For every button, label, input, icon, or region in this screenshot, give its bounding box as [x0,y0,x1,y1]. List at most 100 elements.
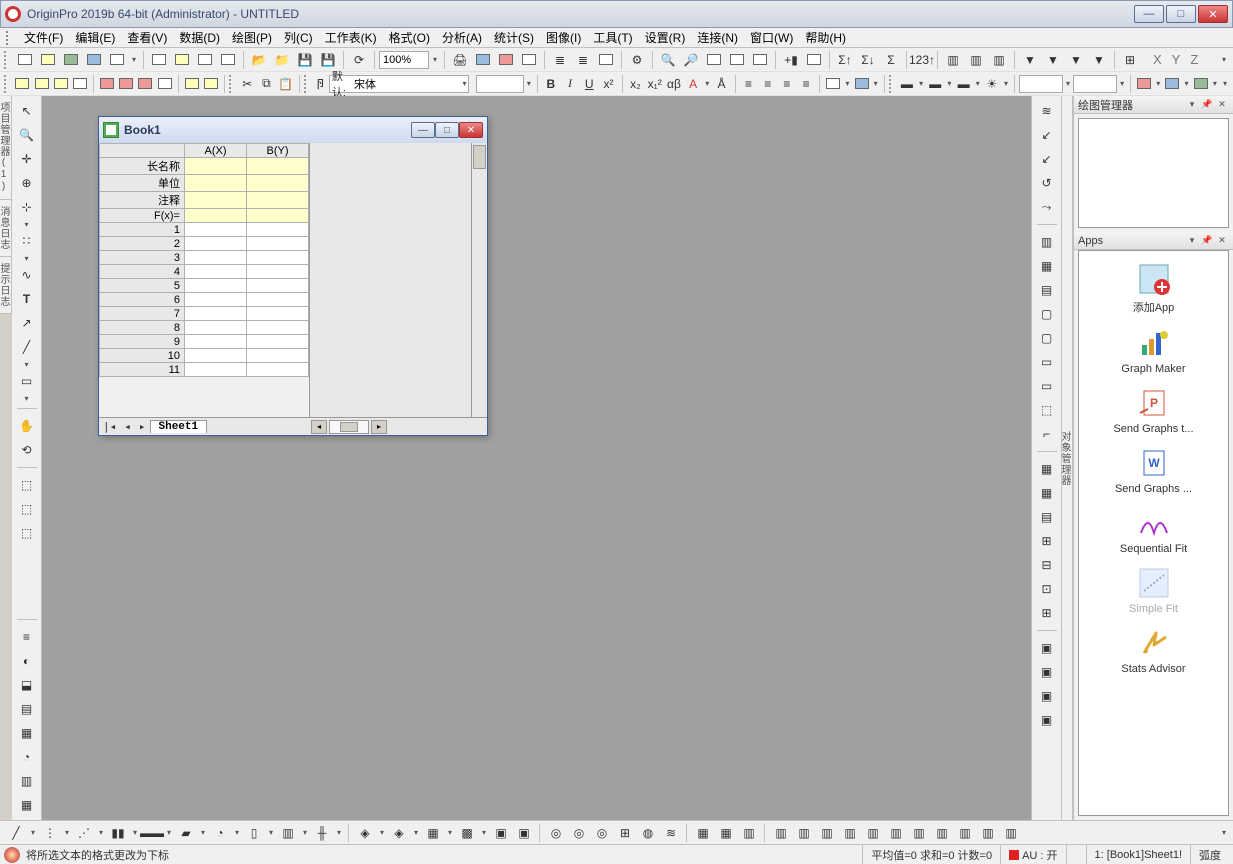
workbook-maximize-button[interactable]: □ [435,122,459,138]
underline-button[interactable]: U [580,73,598,95]
tpl5-button[interactable]: ▥ [862,823,884,843]
gadget3-button[interactable] [703,49,725,71]
r25-button[interactable]: ▣ [1035,709,1059,731]
pan-tool-button[interactable]: ✋ [15,415,39,437]
overflow-icon[interactable]: ▾ [1221,79,1229,88]
dropdown-icon[interactable]: ▾ [129,55,139,64]
italic-button[interactable]: I [561,73,579,95]
area-plot-button[interactable]: ▰ [175,823,197,843]
dd-icon[interactable]: ▾ [62,828,72,837]
wks7-button[interactable] [136,73,154,95]
menu-column[interactable]: 列(C) [278,27,319,48]
cell[interactable] [247,321,309,335]
dd-icon[interactable]: ▾ [411,828,421,837]
row-number[interactable]: 11 [100,363,185,377]
save-button[interactable]: 💾 [294,49,316,71]
style2-button[interactable] [852,73,870,95]
font-family-input[interactable] [351,76,461,92]
dd-icon[interactable]: ▾ [377,828,387,837]
font-size-input[interactable] [476,75,524,93]
open-button[interactable]: 📂 [248,49,270,71]
cell[interactable] [247,307,309,321]
wks4-button[interactable] [71,73,89,95]
cell[interactable] [247,293,309,307]
menu-image[interactable]: 图像(I) [540,27,587,48]
bars2-button[interactable]: ▥ [965,49,987,71]
app-graph-maker[interactable]: Graph Maker [1079,321,1228,381]
new-matrix-button[interactable] [106,49,128,71]
app-add[interactable]: 添加App [1079,257,1228,321]
paste-button[interactable]: 📋 [277,73,295,95]
row-number[interactable]: 6 [100,293,185,307]
wks8-button[interactable] [156,73,174,95]
open-template-button[interactable]: 📁 [271,49,293,71]
dd-icon[interactable]: ▾ [22,254,32,262]
dd-icon[interactable]: ▾ [334,828,344,837]
dd-icon[interactable]: ▾ [1154,79,1162,88]
gadget4-button[interactable] [726,49,748,71]
r2-button[interactable]: ↙ [1035,124,1059,146]
panel-close-icon[interactable]: ✕ [1215,234,1229,248]
stats3-button[interactable]: Σ [880,49,902,71]
cell[interactable] [185,251,247,265]
new-excel-button[interactable] [60,49,82,71]
supersub-button[interactable]: x₁² [646,73,664,95]
r22-button[interactable]: ▣ [1035,637,1059,659]
palette8-button[interactable]: ▦ [15,794,39,816]
contour4-button[interactable]: ⊞ [614,823,636,843]
contour3-button[interactable]: ◎ [591,823,613,843]
menu-window[interactable]: 窗口(W) [744,27,799,48]
panel-pin-icon[interactable]: 📌 [1200,234,1214,248]
contour6-button[interactable]: ≋ [660,823,682,843]
apps-header[interactable]: Apps ▾ 📌 ✕ [1074,232,1233,250]
gadget1-button[interactable]: 🔍 [657,49,679,71]
menu-format[interactable]: 格式(O) [383,27,436,48]
mp2-button[interactable]: ▦ [715,823,737,843]
dd-icon[interactable]: ▾ [22,220,32,228]
region2-button[interactable]: ⬚ [15,498,39,520]
region1-button[interactable]: ⬚ [15,474,39,496]
dd-icon[interactable]: ▾ [917,79,925,88]
arrow-tool-button[interactable]: ↗ [15,312,39,334]
cell[interactable] [185,349,247,363]
app-sequential-fit[interactable]: Sequential Fit [1079,501,1228,561]
bold-button[interactable]: B [542,73,560,95]
cell[interactable] [185,307,247,321]
menu-analysis[interactable]: 分析(A) [436,27,488,48]
app-send-graphs-word[interactable]: W Send Graphs ... [1079,441,1228,501]
superscript-button[interactable]: x² [599,73,617,95]
dd-icon[interactable]: ▾ [164,828,174,837]
box-plot-button[interactable]: ▯ [243,823,265,843]
paint1-button[interactable] [1135,73,1153,95]
contour2-button[interactable]: ◎ [568,823,590,843]
3d3-button[interactable]: ▦ [422,823,444,843]
xyz-toggle-button[interactable]: ⊞ [1119,49,1141,71]
menu-view[interactable]: 查看(V) [121,27,173,48]
bars1-button[interactable]: ▥ [942,49,964,71]
3d2-button[interactable]: ◈ [388,823,410,843]
r24-button[interactable]: ▣ [1035,685,1059,707]
cell[interactable] [247,158,309,175]
refresh-button[interactable]: ⟳ [348,49,370,71]
horizontal-scrollbar[interactable]: ◂▸ [227,420,471,434]
cell[interactable] [247,349,309,363]
grip-icon[interactable] [4,51,10,69]
column-header-b[interactable]: B(Y) [247,144,309,158]
row-number[interactable]: 8 [100,321,185,335]
bars3-button[interactable]: ▥ [988,49,1010,71]
r17-button[interactable]: ▤ [1035,506,1059,528]
draw-tool-button[interactable]: ∿ [15,264,39,286]
paint3-button[interactable] [1192,73,1210,95]
menu-file[interactable]: 文件(F) [18,27,69,48]
paint2-button[interactable] [1163,73,1181,95]
set-x-button[interactable]: X [1153,52,1162,67]
dd-icon[interactable]: ▾ [130,828,140,837]
line-tool-button[interactable]: ╱ [15,336,39,358]
stats2-button[interactable]: Σ↓ [857,49,879,71]
dd-icon[interactable]: ▾ [198,828,208,837]
data-selector-button[interactable]: ⊹ [15,196,39,218]
contour1-button[interactable]: ◎ [545,823,567,843]
cell[interactable] [247,363,309,377]
greek-button[interactable]: αβ [665,73,683,95]
grip-icon[interactable] [889,75,894,93]
